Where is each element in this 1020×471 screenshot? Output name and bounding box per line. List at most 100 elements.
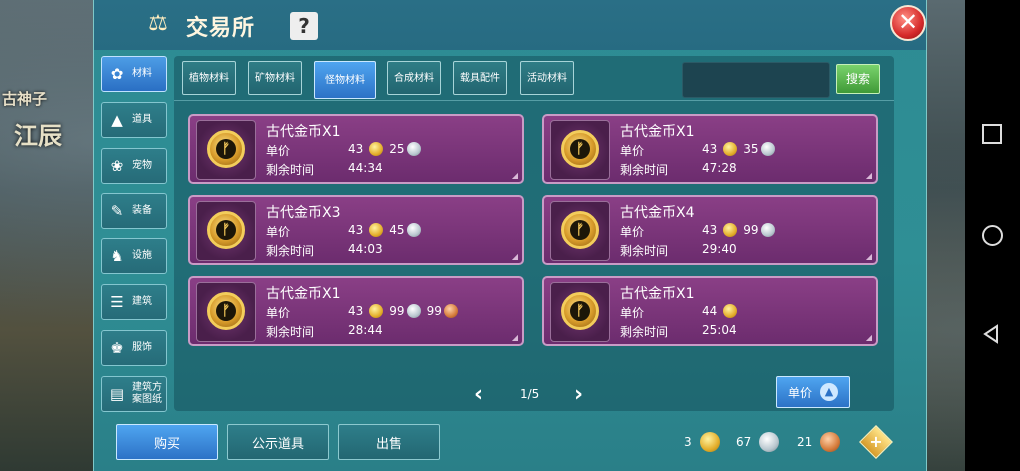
sidebar-item-2[interactable]: ❀ 宠物	[101, 148, 167, 184]
help-button[interactable]: ?	[290, 12, 318, 40]
remaining-time: 44:03	[348, 242, 383, 256]
prev-page-button[interactable]: ‹	[474, 382, 483, 407]
add-currency-button[interactable]: +	[859, 425, 893, 459]
price-gold: 44	[702, 304, 718, 318]
remaining-time-label: 剩余时间	[266, 325, 315, 339]
ancient-coin-icon: ᚠ	[207, 292, 245, 330]
sidebar-item-1[interactable]: ▲ 道具	[101, 102, 167, 138]
listing-card[interactable]: ᚠ 古代金币X4 单价 43 99 剩余时间 29:40 ◢	[542, 195, 878, 265]
bronze-coin-icon	[820, 432, 841, 452]
listing-card[interactable]: ᚠ 古代金币X1 单价 43 35 剩余时间 47:28 ◢	[542, 114, 878, 184]
sidebar-item-label: 材料	[132, 68, 152, 79]
price-gold: 43	[702, 223, 718, 237]
tab-public-items[interactable]: 公示道具	[227, 424, 329, 460]
building-icon: ☰	[110, 293, 124, 311]
item-name: 古代金币X4	[620, 205, 695, 221]
plus-icon: +	[869, 432, 883, 451]
price-silver: 35	[743, 142, 759, 156]
tab-subcategory-0[interactable]: 植物材料	[182, 61, 236, 95]
corner-mark-icon: ◢	[511, 333, 518, 342]
sidebar-item-4[interactable]: ♞ 设施	[101, 238, 167, 274]
price-value: 43 25	[348, 142, 427, 156]
item-icon-frame: ᚠ	[550, 201, 610, 261]
sidebar-item-5[interactable]: ☰ 建筑	[101, 284, 167, 320]
rune-icon: ᚠ	[570, 139, 590, 159]
price-silver: 25	[389, 142, 405, 156]
bronze-coin-icon	[443, 304, 458, 318]
search-input[interactable]	[682, 62, 830, 98]
remaining-time-label: 剩余时间	[620, 325, 669, 339]
item-name: 古代金币X1	[266, 124, 341, 140]
tab-subcategory-4[interactable]: 载具配件	[453, 61, 507, 95]
sidebar-item-6[interactable]: ♚ 服饰	[101, 330, 167, 366]
sort-label: 单价	[787, 385, 812, 400]
price-label: 单价	[266, 225, 291, 239]
remaining-time-label: 剩余时间	[266, 163, 315, 177]
price-value: 43 45	[348, 223, 427, 237]
tab-subcategory-3[interactable]: 合成材料	[387, 61, 441, 95]
tab-subcategory-5[interactable]: 活动材料	[520, 61, 574, 95]
corner-mark-icon: ◢	[865, 333, 872, 342]
close-button[interactable]: ✕	[890, 5, 926, 41]
price-silver: 99	[389, 304, 405, 318]
background-player-name: 江辰	[14, 122, 62, 150]
tab-buy[interactable]: 购买	[116, 424, 218, 460]
price-silver: 45	[389, 223, 405, 237]
recent-apps-button[interactable]	[982, 124, 1002, 144]
sidebar-item-0[interactable]: ✿ 材料	[101, 56, 167, 92]
tab-subcategory-1[interactable]: 矿物材料	[248, 61, 302, 95]
wallet-gold: 3	[684, 432, 726, 452]
price-value: 43 99 99	[348, 304, 464, 318]
back-button[interactable]	[982, 324, 1002, 344]
tab-divider	[174, 100, 894, 101]
price-value: 43 35	[702, 142, 781, 156]
tab-subcategory-2[interactable]: 怪物材料	[314, 61, 376, 99]
item-icon-frame: ᚠ	[196, 282, 256, 342]
price-label: 单价	[620, 225, 645, 239]
corner-mark-icon: ◢	[865, 252, 872, 261]
window-title: 交易所	[186, 16, 256, 41]
remaining-time: 29:40	[702, 242, 737, 256]
listing-card[interactable]: ᚠ 古代金币X1 单价 44 剩余时间 25:04 ◢	[542, 276, 878, 346]
item-name: 古代金币X1	[620, 124, 695, 140]
sidebar-item-label: 道具	[132, 114, 152, 125]
price-label: 单价	[266, 306, 291, 320]
corner-mark-icon: ◢	[511, 252, 518, 261]
gold-coin-icon	[723, 304, 738, 318]
listing-card[interactable]: ᚠ 古代金币X1 单价 43 99 99 剩余时间 28:44 ◢	[188, 276, 524, 346]
silver-coin-icon	[759, 432, 780, 452]
remaining-time-label: 剩余时间	[266, 244, 315, 258]
gold-coin-icon	[369, 223, 384, 237]
sort-by-price-button[interactable]: 单价 ▲	[776, 376, 850, 408]
bronze-amount: 21	[797, 435, 813, 449]
silver-coin-icon	[406, 142, 421, 156]
next-page-button[interactable]: ›	[574, 382, 583, 407]
listing-card[interactable]: ᚠ 古代金币X1 单价 43 25 剩余时间 44:34 ◢	[188, 114, 524, 184]
silver-coin-icon	[760, 223, 775, 237]
gold-coin-icon	[723, 223, 738, 237]
ancient-coin-icon: ᚠ	[561, 211, 599, 249]
silver-coin-icon	[406, 304, 421, 318]
item-name: 古代金币X1	[620, 286, 695, 302]
sidebar-item-7[interactable]: ▤ 建筑方案图纸	[101, 376, 167, 412]
silver-coin-icon	[406, 223, 421, 237]
home-button[interactable]	[982, 225, 1003, 246]
ancient-coin-icon: ᚠ	[561, 130, 599, 168]
equipment-icon: ✎	[110, 202, 124, 220]
rune-icon: ᚠ	[570, 220, 590, 240]
item-icon: ▲	[111, 111, 123, 129]
blueprint-icon: ▤	[109, 385, 125, 403]
gold-coin-icon	[369, 142, 384, 156]
listing-card[interactable]: ᚠ 古代金币X3 单价 43 45 剩余时间 44:03 ◢	[188, 195, 524, 265]
price-gold: 43	[702, 142, 718, 156]
gold-coin-icon	[699, 432, 720, 452]
clothing-icon: ♚	[110, 339, 124, 357]
price-label: 单价	[620, 144, 645, 158]
remaining-time-label: 剩余时间	[620, 244, 669, 258]
tab-sell[interactable]: 出售	[338, 424, 440, 460]
price-silver: 99	[743, 223, 759, 237]
item-icon-frame: ᚠ	[550, 120, 610, 180]
sidebar-item-3[interactable]: ✎ 装备	[101, 193, 167, 229]
search-button[interactable]: 搜索	[836, 64, 880, 94]
rune-icon: ᚠ	[570, 301, 590, 321]
